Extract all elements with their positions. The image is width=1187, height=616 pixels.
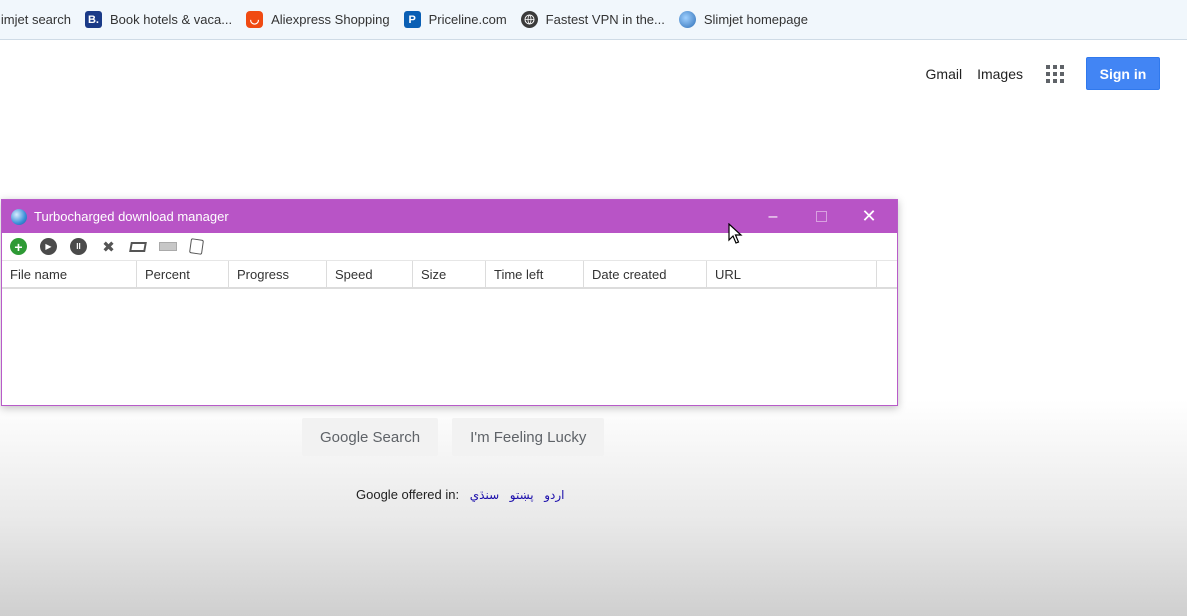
bookmark-vpn[interactable]: Fastest VPN in the... [520,11,665,28]
bookmark-booking[interactable]: B. Book hotels & vaca... [84,11,233,28]
apps-grid-icon[interactable] [1046,64,1064,83]
feeling-lucky-button[interactable]: I'm Feeling Lucky [452,418,605,456]
language-link[interactable]: اردو [544,488,564,502]
offered-label: Google offered in: [356,487,460,502]
edit-icon[interactable] [189,238,204,255]
column-header[interactable]: Size [413,261,486,287]
bookmark-slimjet-homepage[interactable]: Slimjet homepage [678,11,808,28]
column-header[interactable]: URL [707,261,877,287]
column-header[interactable]: Date created [584,261,707,287]
booking-icon: B. [84,11,102,28]
bookmarks-bar: limjet search B. Book hotels & vaca... ◡… [0,0,1187,40]
bookmark-aliexpress[interactable]: ◡ Aliexpress Shopping [246,11,390,28]
resume-icon[interactable]: ▶ [40,238,57,255]
downloads-table-header: File name Percent Progress Speed Size Ti… [2,261,897,289]
bookmark-label: Slimjet homepage [703,12,808,27]
bookmark-slimjet-search[interactable]: limjet search [0,12,71,27]
window-title: Turbocharged download manager [34,209,229,224]
minimize-button[interactable]: – [753,200,793,233]
gmail-link[interactable]: Gmail [926,66,963,82]
bookmark-label: Priceline.com [428,12,507,27]
open-folder-icon[interactable] [129,241,147,252]
language-link[interactable]: سنڌي [470,488,499,502]
slimjet-icon [678,11,696,28]
bookmark-label: Book hotels & vaca... [109,12,233,27]
download-toolbar: + ▶ II ✖ [2,233,897,261]
window-title-bar[interactable]: Turbocharged download manager – ✕ [2,200,897,233]
download-manager-window: Turbocharged download manager – ✕ + ▶ II… [1,199,898,406]
bookmark-label: Aliexpress Shopping [271,12,390,27]
column-header[interactable]: Progress [229,261,327,287]
images-link[interactable]: Images [977,66,1023,82]
column-header[interactable]: Percent [137,261,229,287]
aliexpress-icon: ◡ [246,11,264,28]
languages-offered: Google offered in: اردو پښتو سنڌي [356,487,565,502]
column-header[interactable]: Time left [486,261,584,287]
globe-icon [520,11,538,28]
downloads-list[interactable] [2,289,897,406]
bookmark-label: limjet search [0,12,71,27]
mouse-cursor-icon [728,223,743,244]
google-search-buttons: Google Search I'm Feeling Lucky [302,418,618,456]
bookmark-label: Fastest VPN in the... [545,12,665,27]
add-download-icon[interactable]: + [10,238,27,255]
remove-icon[interactable]: ✖ [100,238,117,256]
close-button[interactable]: ✕ [849,200,889,233]
pause-icon[interactable]: II [70,238,87,255]
google-search-button[interactable]: Google Search [302,418,439,456]
progress-bar-icon[interactable] [159,242,177,251]
column-header[interactable]: Speed [327,261,413,287]
language-link[interactable]: پښتو [510,488,534,502]
column-header[interactable]: File name [2,261,137,287]
google-header: Gmail Images Sign in [926,57,1160,90]
priceline-icon: P [403,11,421,28]
maximize-icon [815,211,827,222]
sign-in-button[interactable]: Sign in [1086,57,1160,90]
app-globe-icon [11,208,27,225]
bookmark-priceline[interactable]: P Priceline.com [403,11,507,28]
maximize-button[interactable] [801,200,841,233]
